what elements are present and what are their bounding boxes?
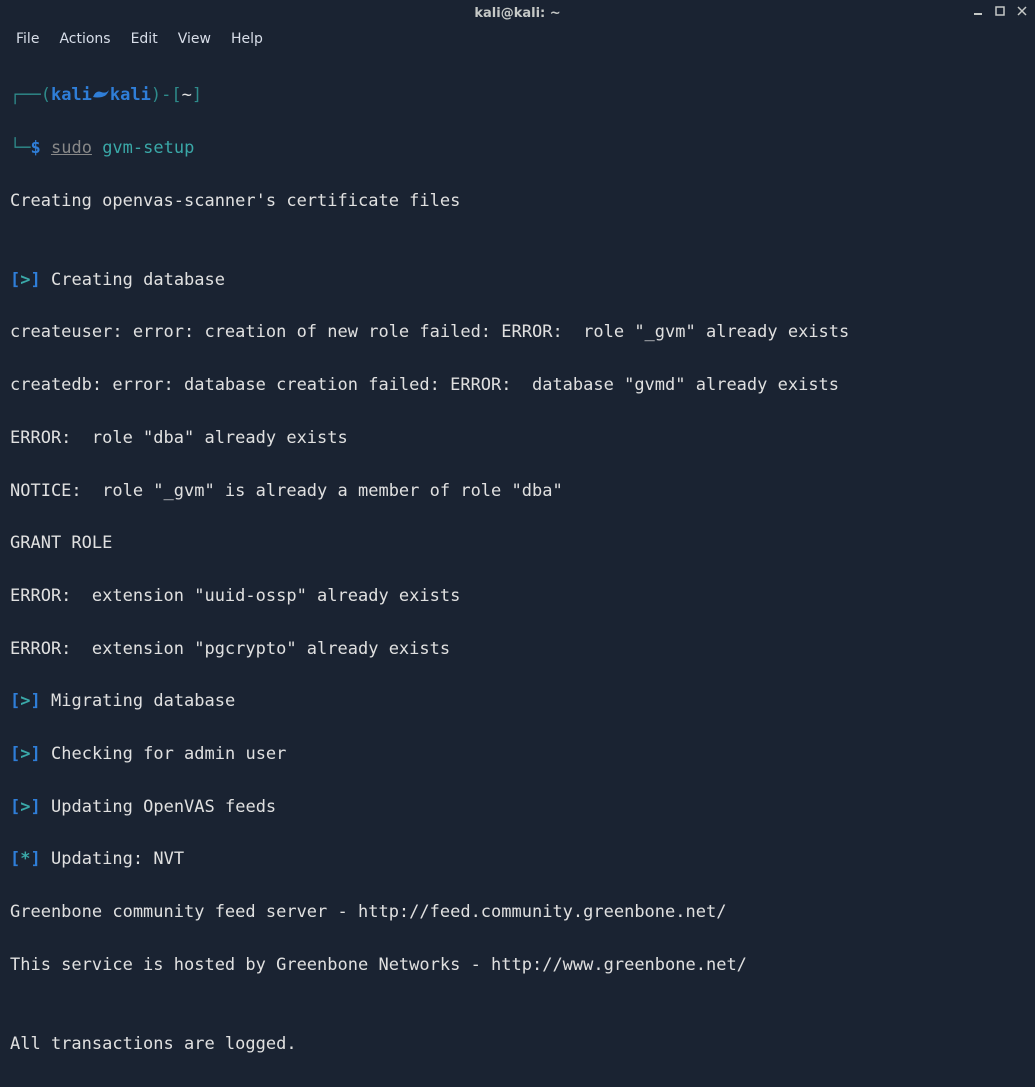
menubar: File Actions Edit View Help: [0, 26, 1035, 52]
output-line: [>] Checking for admin user: [10, 741, 1025, 767]
prompt-line-2: └─$ sudo gvm-setup: [10, 135, 1025, 161]
output-line: ERROR: role "dba" already exists: [10, 425, 1025, 451]
window-title: kali@kali: ~: [474, 6, 560, 21]
maximize-icon: [994, 5, 1006, 17]
minimize-button[interactable]: [971, 4, 985, 18]
output-line: NOTICE: role "_gvm" is already a member …: [10, 478, 1025, 504]
minimize-icon: [972, 5, 984, 17]
menu-edit[interactable]: Edit: [123, 29, 166, 49]
prompt-host: kali: [110, 85, 151, 105]
output-line: createdb: error: database creation faile…: [10, 372, 1025, 398]
command-sudo: sudo: [51, 138, 92, 158]
menu-file[interactable]: File: [8, 29, 47, 49]
output-line: [>] Migrating database: [10, 688, 1025, 714]
prompt-user: kali: [51, 85, 92, 105]
prompt-line-1: ┌──(kalikali)-[~]: [10, 82, 1025, 108]
maximize-button[interactable]: [993, 4, 1007, 18]
output-line: [*] Updating: NVT: [10, 846, 1025, 872]
output-line: Greenbone community feed server - http:/…: [10, 899, 1025, 925]
close-button[interactable]: [1015, 4, 1029, 18]
menu-help[interactable]: Help: [223, 29, 271, 49]
output-line: GRANT ROLE: [10, 530, 1025, 556]
output-line: [>] Creating database: [10, 267, 1025, 293]
prompt-path: ~: [182, 85, 192, 105]
window-titlebar: kali@kali: ~: [0, 0, 1035, 26]
output-line: All transactions are logged.: [10, 1031, 1025, 1057]
menu-view[interactable]: View: [170, 29, 219, 49]
menu-actions[interactable]: Actions: [51, 29, 118, 49]
prompt-dollar: $: [30, 138, 40, 158]
output-line: Creating openvas-scanner's certificate f…: [10, 188, 1025, 214]
output-line: createuser: error: creation of new role …: [10, 319, 1025, 345]
output-line: [>] Updating OpenVAS feeds: [10, 794, 1025, 820]
terminal-body[interactable]: ┌──(kalikali)-[~] └─$ sudo gvm-setup Cre…: [0, 52, 1035, 1087]
kali-dragon-icon: [92, 84, 110, 98]
output-line: This service is hosted by Greenbone Netw…: [10, 952, 1025, 978]
output-line: ERROR: extension "pgcrypto" already exis…: [10, 636, 1025, 662]
window-controls: [971, 4, 1029, 18]
command-text: gvm-setup: [102, 138, 194, 158]
close-icon: [1016, 5, 1028, 17]
